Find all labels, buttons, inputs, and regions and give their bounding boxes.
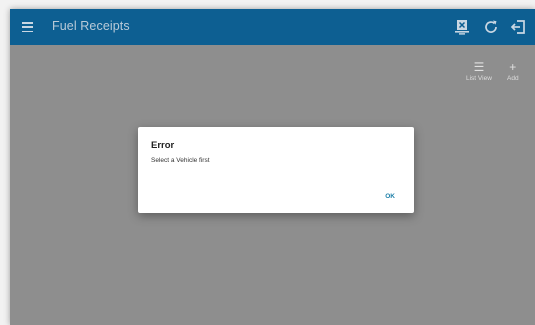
refresh-icon[interactable] <box>482 18 500 36</box>
dialog-message: Select a Vehicle first <box>151 157 210 164</box>
add-label: Add <box>507 75 519 82</box>
list-icon: ☰ <box>473 60 485 74</box>
ok-button[interactable]: OK <box>385 193 395 200</box>
hamburger-menu-icon[interactable] <box>22 22 33 33</box>
dialog-title: Error <box>151 140 175 151</box>
logout-icon[interactable] <box>510 18 528 36</box>
list-view-button[interactable]: ☰ List View <box>466 60 492 82</box>
add-button[interactable]: + Add <box>507 60 519 82</box>
screenshot-frame: Fuel Receipts ☰ List View + Add Error Se… <box>0 0 535 325</box>
list-view-label: List View <box>466 75 492 82</box>
app-window: Fuel Receipts ☰ List View + Add Error Se… <box>10 9 535 325</box>
plus-icon: + <box>509 60 517 74</box>
page-title: Fuel Receipts <box>52 19 130 33</box>
app-bar: Fuel Receipts <box>10 9 535 45</box>
vehicle-icon[interactable] <box>453 18 471 36</box>
error-dialog: Error Select a Vehicle first OK <box>138 127 414 213</box>
